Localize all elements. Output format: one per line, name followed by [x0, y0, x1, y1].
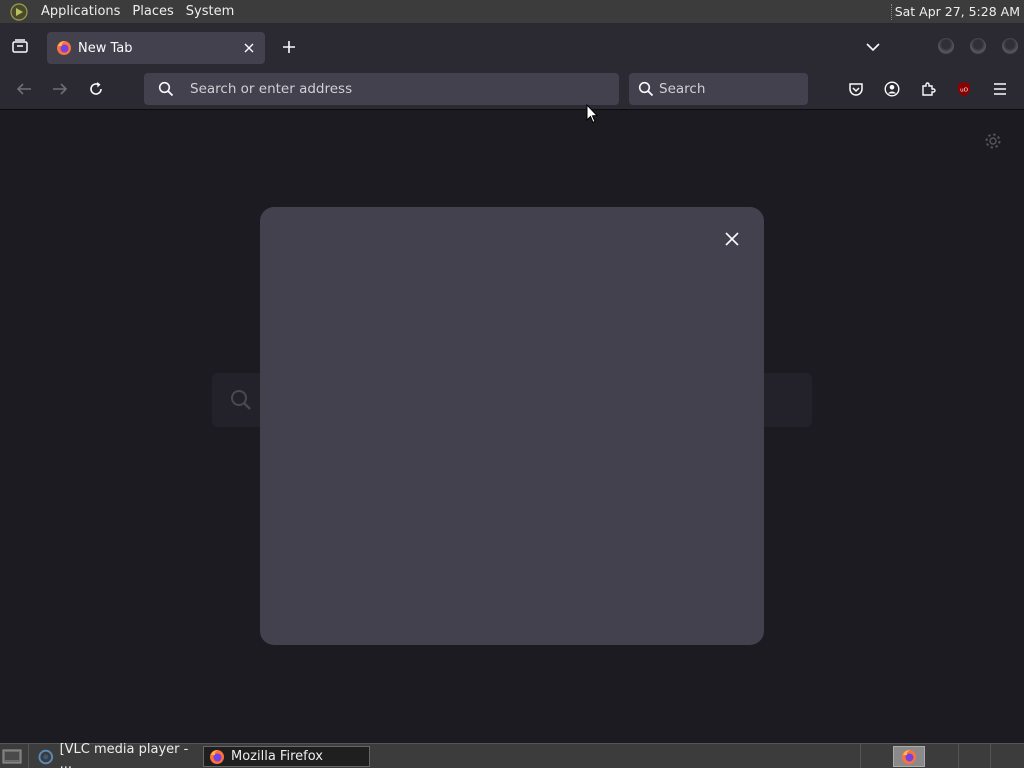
- show-desktop-icon[interactable]: [2, 748, 22, 764]
- taskbar: [VLC media player - ... Mozilla Firefox: [0, 742, 1024, 768]
- tab-list-icon[interactable]: [8, 34, 32, 58]
- nav-toolbar: uO: [0, 68, 1024, 110]
- close-icon[interactable]: [239, 38, 259, 58]
- firefox-icon: [210, 749, 224, 764]
- search-input[interactable]: [659, 73, 799, 105]
- menu-places[interactable]: Places: [126, 0, 179, 24]
- hamburger-menu-icon[interactable]: [988, 77, 1012, 101]
- extensions-icon[interactable]: [916, 77, 940, 101]
- background-search-box-end: [762, 373, 812, 427]
- ublock-icon[interactable]: uO: [952, 77, 976, 101]
- back-arrow-icon[interactable]: [12, 77, 36, 101]
- search-bar[interactable]: [629, 73, 808, 105]
- menu-system[interactable]: System: [180, 0, 240, 24]
- url-bar[interactable]: [144, 73, 619, 105]
- taskbar-item-label: Mozilla Firefox: [231, 749, 323, 764]
- taskbar-divider: [860, 744, 861, 768]
- minimize-button[interactable]: [938, 38, 954, 54]
- search-icon: [158, 81, 174, 97]
- workspace-switcher[interactable]: [893, 746, 925, 767]
- plus-icon[interactable]: [278, 36, 300, 58]
- mouse-cursor-icon: [586, 104, 598, 124]
- maximize-button[interactable]: [970, 38, 986, 54]
- search-icon: [638, 81, 654, 97]
- top-panel: Applications Places System Sat Apr 27, 5…: [0, 0, 1024, 24]
- tab-new-tab[interactable]: New Tab: [47, 32, 265, 64]
- panel-separator: [891, 4, 893, 20]
- close-icon[interactable]: [720, 227, 744, 251]
- taskbar-item-vlc[interactable]: [VLC media player - ...: [33, 742, 201, 768]
- search-icon: [231, 390, 251, 410]
- modal-dialog: [260, 207, 764, 645]
- app-logo-icon[interactable]: [9, 2, 29, 22]
- taskbar-item-label: [VLC media player - ...: [59, 741, 189, 768]
- tab-title: New Tab: [78, 40, 133, 56]
- firefox-icon: [57, 41, 71, 55]
- reload-icon[interactable]: [84, 77, 108, 101]
- url-input[interactable]: [190, 73, 610, 105]
- svg-text:uO: uO: [960, 88, 968, 94]
- vlc-icon: [38, 749, 54, 764]
- taskbar-divider: [958, 744, 959, 768]
- new-tab-page: [0, 110, 1024, 743]
- gear-icon[interactable]: [984, 132, 1002, 150]
- firefox-icon: [902, 749, 916, 764]
- taskbar-item-firefox[interactable]: Mozilla Firefox: [203, 746, 370, 767]
- clock[interactable]: Sat Apr 27, 5:28 AM: [895, 0, 1020, 24]
- taskbar-divider: [990, 744, 991, 768]
- tab-bar: New Tab: [0, 24, 1024, 68]
- chevron-down-icon[interactable]: [862, 36, 884, 58]
- forward-arrow-icon[interactable]: [48, 77, 72, 101]
- pocket-icon[interactable]: [844, 77, 868, 101]
- menu-applications[interactable]: Applications: [35, 0, 126, 24]
- account-icon[interactable]: [880, 77, 904, 101]
- taskbar-divider: [28, 744, 29, 768]
- close-window-button[interactable]: [1002, 38, 1018, 54]
